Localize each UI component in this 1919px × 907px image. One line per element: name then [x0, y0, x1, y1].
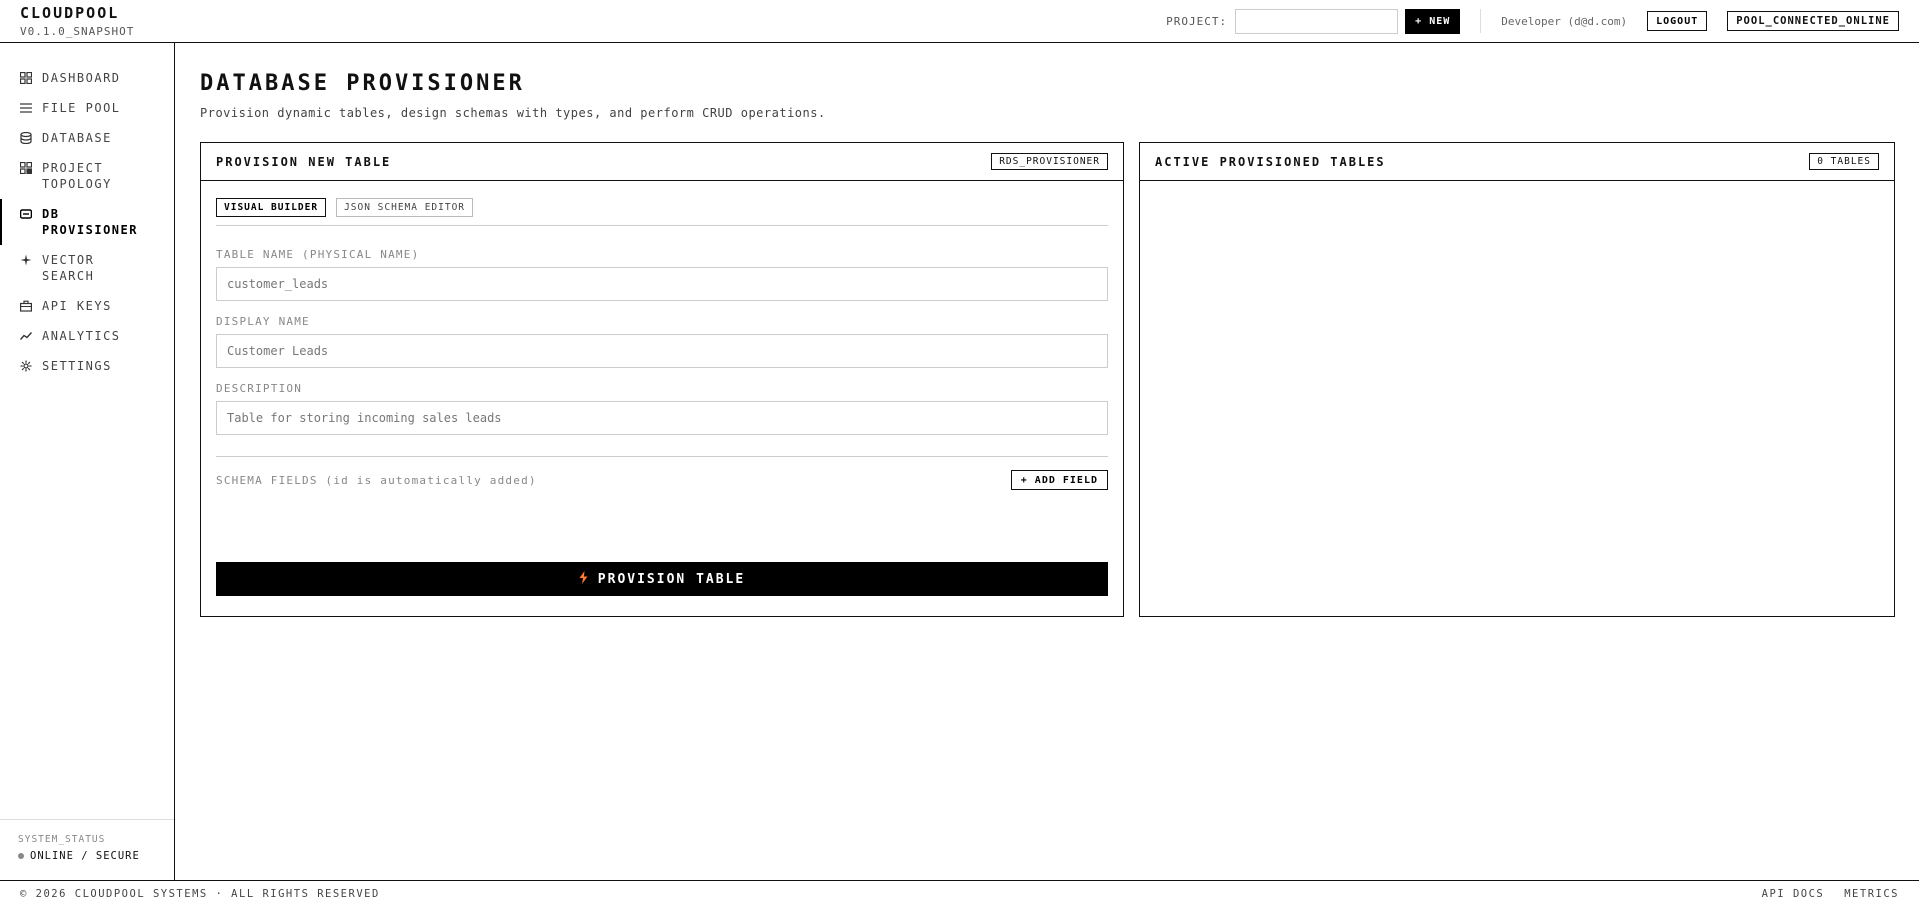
provision-panel-body: VISUAL BUILDER JSON SCHEMA EDITOR TABLE …	[201, 181, 1123, 490]
add-field-button[interactable]: + ADD FIELD	[1010, 470, 1108, 490]
copyright: © 2026 CLOUDPOOL SYSTEMS · ALL RIGHTS RE…	[20, 888, 380, 900]
sidebar-nav: DASHBOARD FILE POOL DATABASE PROJECT TOP…	[0, 43, 174, 381]
main-content: DATABASE PROVISIONER Provision dynamic t…	[176, 43, 1919, 880]
bolt-icon	[579, 570, 588, 588]
sidebar-item-db-provisioner[interactable]: DB PROVISIONER	[0, 199, 174, 245]
system-status-label: SYSTEM_STATUS	[18, 834, 106, 845]
sidebar: DASHBOARD FILE POOL DATABASE PROJECT TOP…	[0, 43, 175, 880]
chart-icon	[20, 328, 32, 344]
provisioner-tag: RDS_PROVISIONER	[991, 153, 1108, 170]
display-name-input[interactable]	[216, 334, 1108, 368]
page-title: DATABASE PROVISIONER	[200, 71, 525, 96]
sidebar-item-label: PROJECT TOPOLOGY	[42, 161, 112, 191]
footer-links: API DOCS METRICS	[1762, 888, 1899, 900]
provisioner-icon	[20, 206, 32, 222]
sidebar-item-settings[interactable]: SETTINGS	[0, 351, 174, 381]
active-tables-title: ACTIVE PROVISIONED TABLES	[1155, 154, 1386, 169]
tables-count-badge: 0 TABLES	[1809, 153, 1879, 170]
page-subtitle: Provision dynamic tables, design schemas…	[200, 106, 826, 120]
description-label: DESCRIPTION	[216, 382, 303, 395]
app-version: V0.1.0_SNAPSHOT	[20, 25, 135, 38]
sidebar-item-file-pool[interactable]: FILE POOL	[0, 93, 174, 123]
api-docs-link[interactable]: API DOCS	[1762, 888, 1825, 900]
brand: CLOUDPOOL V0.1.0_SNAPSHOT	[20, 4, 134, 38]
tab-json-schema-editor[interactable]: JSON SCHEMA EDITOR	[336, 198, 474, 217]
active-tables-header: ACTIVE PROVISIONED TABLES 0 TABLES	[1140, 143, 1894, 181]
schema-fields-row: SCHEMA FIELDS (id is automatically added…	[216, 470, 1108, 490]
table-name-label: TABLE NAME (PHYSICAL NAME)	[216, 248, 420, 261]
topology-icon	[20, 160, 32, 176]
provision-table-button[interactable]: PROVISION TABLE	[216, 562, 1108, 596]
logout-button[interactable]: LOGOUT	[1647, 11, 1708, 31]
provision-panel-title: PROVISION NEW TABLE	[216, 154, 392, 169]
sidebar-item-label: DB PROVISIONER	[42, 207, 138, 237]
system-status-value: ONLINE / SECURE	[30, 850, 140, 862]
sidebar-item-label: DATABASE	[42, 131, 112, 145]
system-status: SYSTEM_STATUS ONLINE / SECURE	[0, 819, 174, 880]
table-name-input[interactable]	[216, 267, 1108, 301]
database-icon	[20, 130, 32, 146]
header-divider	[1480, 9, 1482, 33]
sidebar-item-vector-search[interactable]: VECTOR SEARCH	[0, 245, 174, 291]
metrics-link[interactable]: METRICS	[1844, 888, 1899, 900]
connection-status-badge: POOL_CONNECTED_ONLINE	[1727, 11, 1899, 31]
system-status-value-row: ONLINE / SECURE	[18, 850, 156, 862]
list-icon	[20, 100, 32, 116]
top-header: CLOUDPOOL V0.1.0_SNAPSHOT PROJECT: + NEW…	[0, 0, 1919, 43]
sidebar-item-database[interactable]: DATABASE	[0, 123, 174, 153]
builder-tabs: VISUAL BUILDER JSON SCHEMA EDITOR	[216, 198, 1108, 226]
project-label: PROJECT:	[1166, 14, 1228, 28]
app-name: CLOUDPOOL	[20, 4, 120, 22]
sidebar-item-label: SETTINGS	[42, 359, 112, 373]
sidebar-item-dashboard[interactable]: DASHBOARD	[0, 63, 174, 93]
sidebar-item-api-keys[interactable]: API KEYS	[0, 291, 174, 321]
provision-panel: PROVISION NEW TABLE RDS_PROVISIONER VISU…	[200, 142, 1124, 617]
footer: © 2026 CLOUDPOOL SYSTEMS · ALL RIGHTS RE…	[0, 880, 1919, 907]
project-input[interactable]	[1235, 8, 1399, 34]
panels: PROVISION NEW TABLE RDS_PROVISIONER VISU…	[200, 142, 1895, 617]
description-input[interactable]	[216, 401, 1108, 435]
briefcase-icon	[20, 298, 32, 314]
sidebar-item-analytics[interactable]: ANALYTICS	[0, 321, 174, 351]
gear-icon	[20, 358, 32, 374]
schema-fields-label: SCHEMA FIELDS (id is automatically added…	[216, 473, 537, 487]
header-controls: PROJECT: + NEW Developer (d@d.com) LOGOU…	[1166, 0, 1899, 42]
schema-divider	[216, 456, 1108, 457]
status-dot-icon	[18, 853, 24, 859]
sparkle-icon	[20, 252, 32, 268]
display-name-label: DISPLAY NAME	[216, 315, 310, 328]
active-tables-panel: ACTIVE PROVISIONED TABLES 0 TABLES	[1139, 142, 1895, 617]
grid-icon	[20, 70, 32, 86]
sidebar-item-label: FILE POOL	[42, 101, 121, 115]
sidebar-item-label: DASHBOARD	[42, 71, 121, 85]
provision-table-label: PROVISION TABLE	[597, 571, 746, 587]
sidebar-item-label: API KEYS	[42, 299, 112, 313]
tab-visual-builder[interactable]: VISUAL BUILDER	[216, 198, 327, 217]
sidebar-item-label: ANALYTICS	[42, 329, 121, 343]
provision-panel-header: PROVISION NEW TABLE RDS_PROVISIONER	[201, 143, 1123, 181]
sidebar-item-project-topology[interactable]: PROJECT TOPOLOGY	[0, 153, 174, 199]
new-project-button[interactable]: + NEW	[1405, 8, 1461, 34]
sidebar-item-label: VECTOR SEARCH	[42, 253, 95, 283]
user-identity: Developer (d@d.com)	[1501, 14, 1628, 28]
